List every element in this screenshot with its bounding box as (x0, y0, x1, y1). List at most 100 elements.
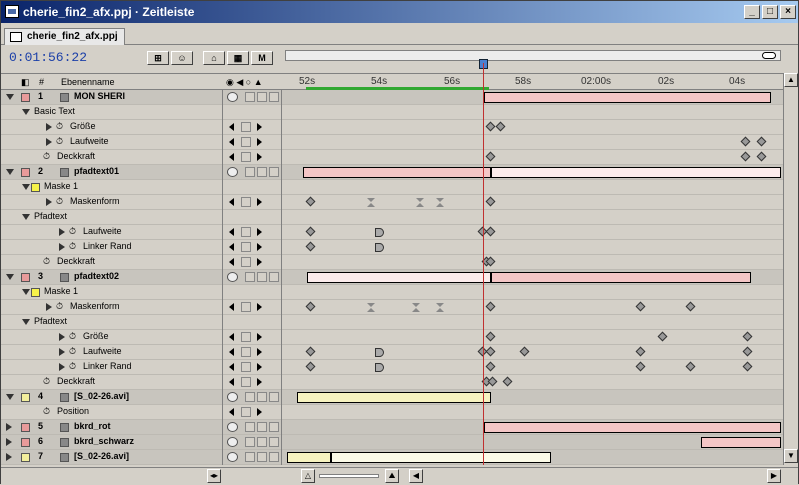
property-row[interactable]: Maske 1 (1, 180, 798, 195)
keyframe-diamond[interactable] (742, 361, 753, 372)
prev-keyframe-icon[interactable] (229, 243, 234, 251)
scroll-right-button[interactable]: ▶ (767, 469, 781, 483)
stopwatch-icon[interactable]: ⏱ (56, 301, 63, 312)
prev-keyframe-icon[interactable] (229, 333, 234, 341)
zoom-out-button[interactable]: △ (301, 469, 315, 483)
next-keyframe-icon[interactable] (257, 138, 262, 146)
switch-checkbox[interactable] (257, 452, 267, 462)
time-navigator[interactable] (285, 50, 781, 61)
zoom-in-button[interactable]: ⛰ (385, 469, 399, 483)
keyframe-checkbox[interactable] (241, 152, 251, 162)
minimize-button[interactable]: _ (744, 5, 760, 19)
keyframe-diamond[interactable] (740, 136, 751, 147)
next-keyframe-icon[interactable] (257, 153, 262, 161)
keyframe-diamond[interactable] (485, 361, 496, 372)
switch-checkbox[interactable] (257, 167, 267, 177)
property-row[interactable]: ⏱ Deckkraft (1, 150, 798, 165)
label-color-swatch[interactable] (21, 168, 30, 177)
timeline-track[interactable] (281, 240, 781, 255)
twirl-open-icon[interactable] (22, 184, 30, 190)
twirl-open-icon[interactable] (22, 289, 30, 295)
keyframe-diamond[interactable] (657, 331, 668, 342)
twirl-closed-icon[interactable] (6, 438, 12, 446)
twirl-closed-icon[interactable] (6, 453, 12, 461)
timeline-track[interactable] (281, 450, 781, 465)
keyframe-checkbox[interactable] (241, 257, 251, 267)
timeline-track[interactable] (281, 210, 781, 225)
layer-row[interactable]: 1 MON SHERI (1, 90, 798, 105)
next-keyframe-icon[interactable] (257, 363, 262, 371)
twirl-closed-icon[interactable] (59, 348, 65, 356)
scroll-up-button[interactable]: ▲ (784, 73, 798, 87)
timeline-track[interactable] (281, 225, 781, 240)
property-row[interactable]: ⏱ Größe (1, 330, 798, 345)
layer-duration-bar[interactable] (303, 167, 491, 178)
property-row[interactable]: ⏱ Maskenform (1, 300, 798, 315)
layer-name[interactable]: bkrd_rot (74, 421, 111, 431)
switch-checkbox[interactable] (245, 272, 255, 282)
next-keyframe-icon[interactable] (257, 198, 262, 206)
frame-blend-button[interactable]: ⌂ (203, 51, 225, 65)
timeline-track[interactable] (281, 285, 781, 300)
mask-color-swatch[interactable] (31, 183, 40, 192)
comp-flowchart-button[interactable]: ⊞ (147, 51, 169, 65)
layer-duration-bar[interactable] (484, 422, 781, 433)
twirl-closed-icon[interactable] (46, 123, 52, 131)
stopwatch-icon[interactable]: ⏱ (43, 406, 50, 417)
stopwatch-icon[interactable]: ⏱ (69, 361, 76, 372)
keyframe-diamond[interactable] (485, 196, 496, 207)
twirl-open-icon[interactable] (22, 319, 30, 325)
keyframe-checkbox[interactable] (241, 122, 251, 132)
scroll-down-button[interactable]: ▼ (784, 449, 798, 463)
twirl-closed-icon[interactable] (46, 198, 52, 206)
property-row[interactable]: ⏱ Laufweite (1, 225, 798, 240)
keyframe-diamond[interactable] (635, 361, 646, 372)
prev-keyframe-icon[interactable] (229, 138, 234, 146)
stopwatch-icon[interactable]: ⏱ (69, 331, 76, 342)
property-row[interactable]: ⏱ Laufweite (1, 345, 798, 360)
prev-keyframe-icon[interactable] (229, 303, 234, 311)
stopwatch-icon[interactable]: ⏱ (43, 151, 50, 162)
timeline-track[interactable] (281, 150, 781, 165)
twirl-closed-icon[interactable] (59, 363, 65, 371)
keyframe-diamond[interactable] (685, 301, 696, 312)
timeline-track[interactable] (281, 255, 781, 270)
keyframe-checkbox[interactable] (241, 197, 251, 207)
prev-keyframe-icon[interactable] (229, 363, 234, 371)
twirl-closed-icon[interactable] (59, 228, 65, 236)
twirl-closed-icon[interactable] (59, 333, 65, 341)
twirl-open-icon[interactable] (6, 169, 14, 175)
layer-duration-bar[interactable] (484, 92, 771, 103)
timeline-track[interactable] (281, 165, 781, 180)
prev-keyframe-icon[interactable] (229, 258, 234, 266)
switch-checkbox[interactable] (257, 272, 267, 282)
switch-checkbox[interactable] (269, 92, 279, 102)
timeline-track[interactable] (281, 105, 781, 120)
next-keyframe-icon[interactable] (257, 243, 262, 251)
prev-keyframe-icon[interactable] (229, 378, 234, 386)
keyframe-checkbox[interactable] (241, 302, 251, 312)
timeline-track[interactable] (281, 300, 781, 315)
switch-checkbox[interactable] (269, 452, 279, 462)
switch-checkbox[interactable] (257, 422, 267, 432)
layer-name-header[interactable]: Ebenenname (61, 77, 115, 87)
property-row[interactable]: ⏱ Position (1, 405, 798, 420)
timeline-track[interactable] (281, 315, 781, 330)
keyframe-checkbox[interactable] (241, 242, 251, 252)
eye-icon[interactable] (227, 167, 238, 177)
tab-project[interactable]: cherie_fin2_afx.ppj (4, 28, 125, 45)
keyframe-diamond[interactable] (485, 226, 496, 237)
scroll-left-button[interactable]: ◀ (409, 469, 423, 483)
keyframe-diamond[interactable] (635, 346, 646, 357)
keyframe-checkbox[interactable] (241, 332, 251, 342)
next-keyframe-icon[interactable] (257, 333, 262, 341)
shy-layers-button[interactable]: ☺ (171, 51, 193, 65)
property-row[interactable]: ⏱ Deckkraft (1, 375, 798, 390)
motion-blur-button[interactable]: ▦ (227, 51, 249, 65)
keyframe-diamond[interactable] (495, 121, 506, 132)
layer-row[interactable]: 2 pfadtext01 (1, 165, 798, 180)
twirl-closed-icon[interactable] (46, 303, 52, 311)
keyframe-checkbox[interactable] (241, 407, 251, 417)
eye-icon[interactable] (227, 272, 238, 282)
layer-duration-bar[interactable] (287, 452, 331, 463)
